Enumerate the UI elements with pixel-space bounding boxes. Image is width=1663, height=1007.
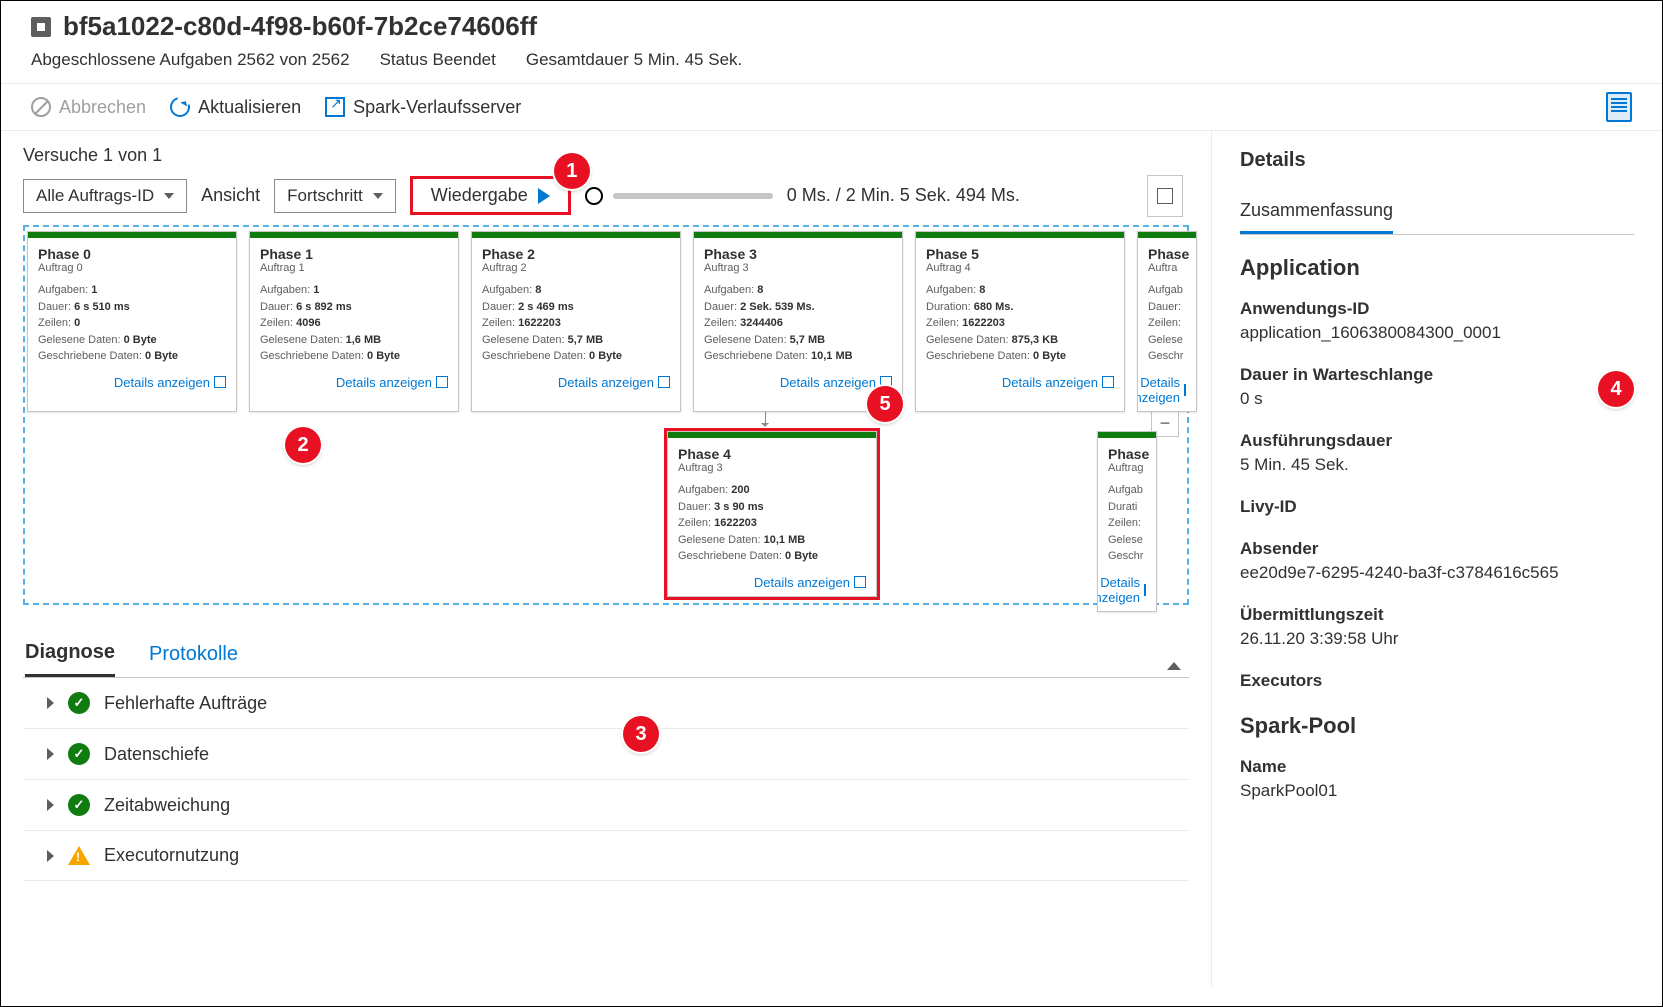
diagnosis-list: 3 ✓Fehlerhafte Aufträge✓Datenschiefe✓Zei… [23,678,1189,881]
details-title: Details [1240,149,1634,172]
details-link[interactable]: Details anzeigen [472,369,680,396]
playback-timing: 0 Ms. / 2 Min. 5 Sek. 494 Ms. [787,185,1020,206]
phase-card[interactable]: Phase 2Auftrag 2Aufgaben: 8Dauer: 2 s 46… [471,231,681,412]
annotation-4: 4 [1598,371,1634,407]
chevron-up-icon [1167,646,1181,670]
tab-zusammenfassung[interactable]: Zusammenfassung [1240,190,1393,234]
external-link-icon [658,376,670,388]
cancel-button: Abbrechen [31,97,146,118]
details-link[interactable]: Details anzeigen [668,569,876,596]
fit-to-screen-button[interactable] [1147,175,1183,217]
document-icon [1606,92,1632,122]
play-icon [538,188,550,204]
diagnosis-item[interactable]: ✓Fehlerhafte Aufträge [23,678,1189,729]
detail-field: Absenderee20d9e7-6295-4240-ba3f-c3784616… [1240,539,1634,583]
chevron-right-icon [47,748,54,760]
toolbar: Abbrechen Aktualisieren Spark-Verlaufsse… [1,83,1662,131]
diagnosis-item[interactable]: Executornutzung [23,831,1189,881]
chevron-down-icon [164,193,174,199]
refresh-button[interactable]: Aktualisieren [170,97,301,118]
chevron-right-icon [47,697,54,709]
phase-card[interactable]: Phase 5Auftrag 4Aufgaben: 8Duration: 680… [915,231,1125,412]
dag-canvas[interactable]: + − 2 5 Phase 0Auftrag 0Aufgaben: 1Dauer… [23,225,1189,605]
completed-tasks: Abgeschlossene Aufgaben 2562 von 2562 [31,50,350,70]
application-section-header: Application [1240,255,1634,281]
check-icon: ✓ [68,794,90,816]
refresh-icon [166,93,193,120]
status: Status Beendet [380,50,496,70]
phase-card[interactable]: Phase 1Auftrag 1Aufgaben: 1Dauer: 6 s 89… [249,231,459,412]
details-link[interactable]: Details anzeigen [1098,569,1156,611]
collapse-button[interactable] [1161,640,1187,668]
attempts-label: Versuche 1 von 1 [23,145,1189,166]
external-link-icon [854,576,866,588]
warning-icon [68,846,90,865]
phase-card[interactable]: PhaseAuftraAufgab Dauer: Zeilen: Gelese … [1137,231,1197,412]
diagnosis-item[interactable]: ✓Datenschiefe [23,729,1189,780]
chevron-right-icon [47,850,54,862]
external-link-icon [1184,384,1186,396]
external-link-icon [214,376,226,388]
annotation-2: 2 [285,427,321,463]
phase-card[interactable]: Phase 0Auftrag 0Aufgaben: 1Dauer: 6 s 51… [27,231,237,412]
check-icon: ✓ [68,743,90,765]
detail-field: Executors [1240,671,1634,691]
annotation-5: 5 [867,386,903,422]
details-panel: 4 Details Zusammenfassung Application An… [1212,131,1662,986]
chevron-down-icon [373,193,383,199]
annotation-3: 3 [623,716,659,752]
view-label: Ansicht [201,185,260,206]
details-link[interactable]: Details anzeigen [28,369,236,396]
external-link-icon [436,376,448,388]
annotation-1: 1 [554,153,590,189]
fit-icon [1157,188,1173,204]
check-icon: ✓ [68,692,90,714]
spark-history-button[interactable]: Spark-Verlaufsserver [325,97,521,118]
detail-field: Ausführungsdauer5 Min. 45 Sek. [1240,431,1634,475]
external-link-icon [1144,584,1146,596]
playback-slider[interactable] [585,187,773,205]
spark-pool-section-header: Spark-Pool [1240,713,1634,739]
lower-tabs: Diagnose Protokolle [23,631,1189,678]
detail-field: Anwendungs-IDapplication_1606380084300_0… [1240,299,1634,343]
detail-field: NameSparkPool01 [1240,757,1634,801]
details-link[interactable]: Details anzeigen [1138,369,1196,411]
cancel-icon [31,97,51,117]
view-dropdown[interactable]: Fortschritt [274,179,396,213]
tab-diagnose[interactable]: Diagnose [25,631,115,677]
slider-thumb[interactable] [585,187,603,205]
stop-icon [31,17,51,37]
phase-card[interactable]: PhaseAuftragAufgab Durati Zeilen: Gelese… [1097,431,1157,612]
job-id-filter-dropdown[interactable]: Alle Auftrags-ID [23,179,187,213]
detail-field: Übermittlungszeit26.11.20 3:39:58 Uhr [1240,605,1634,649]
details-link[interactable]: Details anzeigen [916,369,1124,396]
chevron-right-icon [47,799,54,811]
total-duration: Gesamtdauer 5 Min. 45 Sek. [526,50,742,70]
page-header: bf5a1022-c80d-4f98-b60f-7b2ce74606ff Abg… [1,1,1662,83]
page-title: bf5a1022-c80d-4f98-b60f-7b2ce74606ff [63,11,537,42]
phase-card[interactable]: Phase 4Auftrag 3Aufgaben: 200Dauer: 3 s … [667,431,877,597]
properties-button[interactable] [1606,92,1632,122]
phase-card[interactable]: Phase 3Auftrag 3Aufgaben: 8Dauer: 2 Sek.… [693,231,903,412]
external-link-icon [325,97,345,117]
playback-button[interactable]: Wiedergabe 1 [410,176,571,215]
tab-protokolle[interactable]: Protokolle [149,633,238,676]
details-link[interactable]: Details anzeigen [250,369,458,396]
detail-field: Dauer in Warteschlange0 s [1240,365,1634,409]
diagnosis-item[interactable]: ✓Zeitabweichung [23,780,1189,831]
external-link-icon [1102,376,1114,388]
detail-field: Livy-ID [1240,497,1634,517]
slider-track[interactable] [613,193,773,199]
